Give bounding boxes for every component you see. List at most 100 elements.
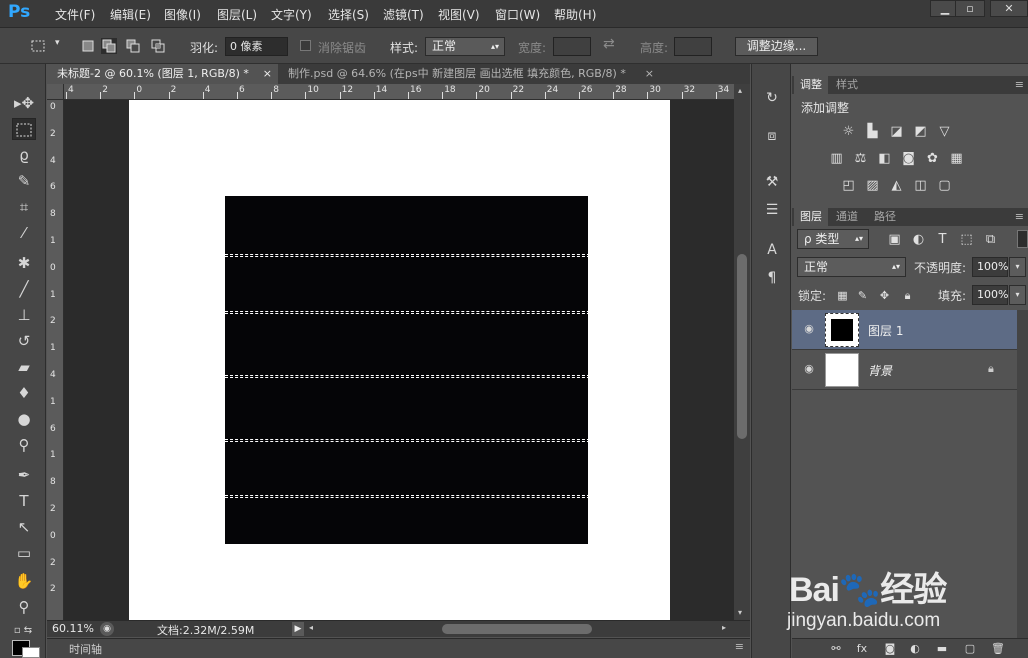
tab-adjustments[interactable]: 调整 xyxy=(794,76,828,94)
link-layers-icon[interactable]: ⚯ xyxy=(828,642,844,656)
panel-menu-icon[interactable]: ≡ xyxy=(1015,210,1024,223)
close-tab-icon[interactable]: × xyxy=(263,64,272,84)
properties-panel-icon[interactable]: ☰ xyxy=(762,200,782,220)
panel-menu-icon[interactable]: ≡ xyxy=(735,640,744,653)
maximize-button[interactable]: ▫ xyxy=(955,0,985,17)
timeline-label[interactable]: 时间轴 xyxy=(69,641,102,657)
quick-select-tool-icon[interactable]: ✎ xyxy=(12,170,36,192)
document-canvas[interactable] xyxy=(129,100,670,620)
menu-type[interactable]: 文字(Y) xyxy=(271,6,312,23)
tab-untitled-2[interactable]: 未标题-2 @ 60.1% (图层 1, RGB/8) * × xyxy=(47,64,278,84)
height-input[interactable] xyxy=(674,37,712,56)
lock-pixels-icon[interactable]: ✎ xyxy=(854,288,871,303)
layer-row-layer1[interactable]: ◉ 图层 1 xyxy=(792,310,1017,350)
status-info-icon[interactable]: ◉ xyxy=(100,622,114,636)
menu-window[interactable]: 窗口(W) xyxy=(495,6,540,23)
zoom-tool-icon[interactable]: ⚲ xyxy=(12,596,36,618)
selective-color-icon[interactable]: ▢ xyxy=(936,178,953,193)
history-panel-icon[interactable]: ↻ xyxy=(762,88,782,108)
photo-filter-icon[interactable]: ◙ xyxy=(900,151,917,166)
opacity-slider-icon[interactable]: ▾ xyxy=(1009,257,1026,277)
filter-smart-object-icon[interactable]: ⧉ xyxy=(982,232,999,247)
marquee-tool-icon[interactable] xyxy=(12,118,36,140)
layers-scrollbar[interactable] xyxy=(1017,310,1028,638)
visibility-eye-icon[interactable]: ◉ xyxy=(802,322,816,336)
panel-menu-icon[interactable]: ≡ xyxy=(1015,78,1024,91)
scroll-right-icon[interactable]: ▸ xyxy=(722,623,726,632)
status-menu-arrow-icon[interactable]: ▶ xyxy=(292,622,304,636)
filter-toggle[interactable] xyxy=(1017,230,1028,248)
layer-row-background[interactable]: ◉ 背景 🔒︎ xyxy=(792,350,1017,390)
scroll-left-icon[interactable]: ◂ xyxy=(309,623,313,632)
menu-image[interactable]: 图像(I) xyxy=(164,6,201,23)
menu-help[interactable]: 帮助(H) xyxy=(554,6,596,23)
color-balance-icon[interactable]: ⚖ xyxy=(852,151,869,166)
layer-name[interactable]: 背景 xyxy=(868,362,892,379)
new-adjustment-layer-icon[interactable]: ◐ xyxy=(907,642,923,656)
scroll-up-icon[interactable]: ▴ xyxy=(738,86,742,95)
black-white-icon[interactable]: ◧ xyxy=(876,151,893,166)
threshold-icon[interactable]: ◭ xyxy=(888,178,905,193)
menu-select[interactable]: 选择(S) xyxy=(328,6,369,23)
add-selection-icon[interactable] xyxy=(101,38,117,54)
new-layer-icon[interactable]: ▢ xyxy=(962,642,978,656)
canvas-area[interactable] xyxy=(64,100,734,620)
swap-colors-icon[interactable]: ▫ ⇆ xyxy=(8,620,38,642)
exposure-icon[interactable]: ◩ xyxy=(912,124,929,139)
horizontal-scroll-thumb[interactable] xyxy=(442,624,592,634)
path-select-tool-icon[interactable]: ↖ xyxy=(12,516,36,538)
menu-layer[interactable]: 图层(L) xyxy=(217,6,257,23)
curves-icon[interactable]: ◪ xyxy=(888,124,905,139)
posterize-icon[interactable]: ▨ xyxy=(864,178,881,193)
zoom-level[interactable]: 60.11% xyxy=(52,622,94,635)
paint-bucket-tool-icon[interactable]: ♦ xyxy=(12,382,36,404)
eyedropper-tool-icon[interactable]: ⁄ xyxy=(12,222,36,244)
vertical-scrollbar[interactable]: ▴ ▾ xyxy=(734,84,750,620)
brightness-contrast-icon[interactable]: ☼ xyxy=(840,124,857,139)
lock-transparency-icon[interactable]: ▦ xyxy=(834,288,851,303)
close-tab-icon[interactable]: × xyxy=(645,64,654,84)
antialias-checkbox[interactable] xyxy=(300,40,311,51)
character-panel-icon[interactable]: A xyxy=(762,240,782,260)
color-lookup-icon[interactable]: ▦ xyxy=(948,151,965,166)
ruler-origin[interactable] xyxy=(47,84,64,100)
vibrance-icon[interactable]: ▽ xyxy=(936,124,953,139)
hue-saturation-icon[interactable]: ▥ xyxy=(828,151,845,166)
filter-type-icon[interactable]: T xyxy=(934,232,951,247)
menu-file[interactable]: 文件(F) xyxy=(55,6,95,23)
feather-input[interactable]: 0 像素 xyxy=(225,37,288,56)
move-tool-icon[interactable]: ▸✥ xyxy=(12,92,36,114)
history-brush-tool-icon[interactable]: ↺ xyxy=(12,330,36,352)
lock-all-icon[interactable]: 🔒︎ xyxy=(899,288,916,303)
layer-kind-filter[interactable]: ρ 类型 ▴▾ xyxy=(797,229,869,249)
new-selection-icon[interactable] xyxy=(80,38,96,54)
style-select[interactable]: 正常 ▴▾ xyxy=(425,37,505,56)
scroll-down-icon[interactable]: ▾ xyxy=(738,608,742,617)
gradient-map-icon[interactable]: ◫ xyxy=(912,178,929,193)
tab-layers[interactable]: 图层 xyxy=(794,208,828,226)
shape-tool-icon[interactable]: ▭ xyxy=(12,542,36,564)
layer-style-icon[interactable]: fx xyxy=(854,642,870,656)
fill-input[interactable]: 100% xyxy=(972,285,1008,305)
vertical-scroll-thumb[interactable] xyxy=(737,254,747,439)
blur-tool-icon[interactable]: ● xyxy=(12,408,36,430)
levels-icon[interactable]: ▙ xyxy=(864,124,881,139)
hand-tool-icon[interactable]: ✋ xyxy=(12,570,36,592)
lock-position-icon[interactable]: ✥ xyxy=(876,288,893,303)
delete-layer-icon[interactable]: 🗑︎ xyxy=(990,642,1006,656)
menu-edit[interactable]: 编辑(E) xyxy=(110,6,151,23)
channel-mixer-icon[interactable]: ✿ xyxy=(924,151,941,166)
filter-shape-icon[interactable]: ⬚ xyxy=(958,232,975,247)
add-mask-icon[interactable]: ◙ xyxy=(882,642,898,656)
width-input[interactable] xyxy=(553,37,591,56)
blend-mode-select[interactable]: 正常 ▴▾ xyxy=(797,257,906,277)
eraser-tool-icon[interactable]: ▰ xyxy=(12,356,36,378)
clone-stamp-tool-icon[interactable]: ⊥ xyxy=(12,304,36,326)
crop-tool-icon[interactable]: ⌗ xyxy=(12,196,36,218)
new-group-icon[interactable]: ▬ xyxy=(934,642,950,656)
refine-edge-button[interactable]: 调整边缘... xyxy=(735,37,818,56)
invert-icon[interactable]: ◰ xyxy=(840,178,857,193)
filter-pixel-icon[interactable]: ▣ xyxy=(886,232,903,247)
visibility-eye-icon[interactable]: ◉ xyxy=(802,362,816,376)
filter-adjustment-icon[interactable]: ◐ xyxy=(910,232,927,247)
